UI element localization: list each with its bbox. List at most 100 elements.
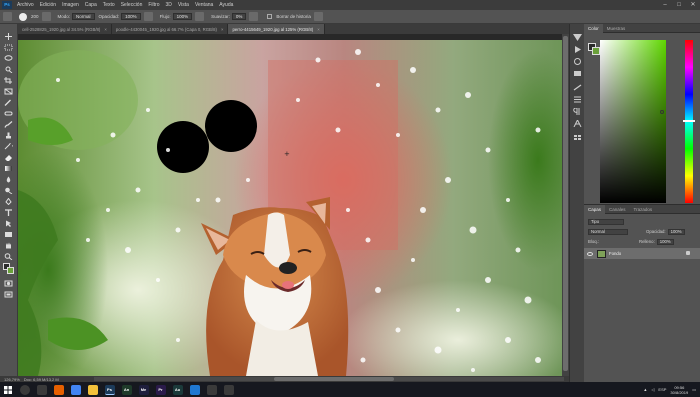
document-canvas[interactable]: +: [18, 40, 562, 376]
eraser-tool-icon[interactable]: [4, 154, 13, 161]
healing-brush-tool-icon[interactable]: [4, 110, 13, 117]
swatches-icon[interactable]: [573, 58, 582, 65]
menu-vista[interactable]: Vista: [175, 2, 192, 8]
vscode-icon[interactable]: [189, 384, 200, 395]
visibility-eye-icon[interactable]: [587, 251, 593, 256]
zoom-level[interactable]: 126,79%: [4, 377, 20, 382]
paragraph-icon[interactable]: [573, 108, 582, 115]
clone-stamp-tool-icon[interactable]: [4, 132, 13, 139]
dodge-tool-icon[interactable]: [4, 187, 13, 194]
gradient-tool-icon[interactable]: [4, 165, 13, 172]
tool-preset-icon[interactable]: [3, 12, 12, 21]
premiere-icon[interactable]: Pr: [155, 384, 166, 395]
menu-imagen[interactable]: Imagen: [59, 2, 82, 8]
tab-color[interactable]: Color: [584, 23, 603, 33]
language-indicator[interactable]: ESP: [658, 387, 666, 392]
smoothing-settings-icon[interactable]: [249, 12, 259, 21]
brush-preview-icon[interactable]: [19, 12, 27, 21]
lasso-tool-icon[interactable]: [4, 55, 13, 62]
color-picker-field[interactable]: [600, 40, 666, 203]
horizontal-scrollbar[interactable]: [94, 377, 564, 381]
layer-thumbnail[interactable]: [597, 249, 606, 258]
menu-texto[interactable]: Texto: [100, 2, 118, 8]
close-icon[interactable]: ✕: [686, 0, 700, 10]
search-icon[interactable]: [19, 384, 30, 395]
scroll-thumb[interactable]: [563, 36, 568, 371]
mode-select[interactable]: Normal: [72, 13, 95, 20]
brushes-icon[interactable]: [573, 70, 582, 77]
marquee-tool-icon[interactable]: [4, 44, 13, 51]
move-tool-icon[interactable]: [4, 33, 13, 40]
hue-slider-handle[interactable]: [683, 120, 695, 122]
properties-icon[interactable]: [573, 96, 582, 103]
opacity-field[interactable]: 100%: [121, 13, 141, 20]
path-selection-tool-icon[interactable]: [4, 220, 13, 227]
media-encoder-icon[interactable]: Me: [138, 384, 149, 395]
adjustments-icon[interactable]: [573, 84, 582, 91]
firefox-icon[interactable]: [53, 384, 64, 395]
tab-perro[interactable]: perro-4415649_1920.jpg al 125% (RGB/8) ×: [228, 24, 325, 34]
history-icon[interactable]: [573, 34, 582, 41]
notifications-icon[interactable]: ▭: [692, 387, 696, 392]
menu-3d[interactable]: 3D: [163, 2, 175, 8]
pressure-size-icon[interactable]: [313, 12, 323, 21]
windows-start-icon[interactable]: [0, 382, 16, 397]
tab-channels[interactable]: Canales: [605, 205, 630, 214]
character-icon[interactable]: [573, 120, 582, 127]
actions-icon[interactable]: [573, 46, 582, 53]
close-tab-icon[interactable]: ×: [104, 27, 107, 32]
volume-icon[interactable]: ◁: [651, 387, 654, 392]
airbrush-icon[interactable]: [195, 12, 205, 21]
menu-archivo[interactable]: Archivo: [14, 2, 37, 8]
network-icon[interactable]: ▲: [643, 387, 647, 392]
animate-icon[interactable]: An: [121, 384, 132, 395]
chrome-icon[interactable]: [70, 384, 81, 395]
type-tool-icon[interactable]: [4, 209, 13, 216]
clock[interactable]: 09:56 30/8/2019: [670, 385, 688, 395]
store-icon[interactable]: [206, 384, 217, 395]
brush-size[interactable]: 200: [31, 14, 39, 19]
tab-swatches[interactable]: Muestras: [603, 24, 630, 33]
menu-ayuda[interactable]: Ayuda: [216, 2, 236, 8]
layer-kind-filter[interactable]: Tipo: [588, 218, 624, 225]
tab-paths[interactable]: Trazados: [630, 205, 657, 214]
menu-seleccion[interactable]: Selección: [118, 2, 146, 8]
quick-mask-icon[interactable]: [4, 280, 13, 287]
eyedropper-tool-icon[interactable]: [4, 99, 13, 106]
photoshop-icon[interactable]: Ps: [104, 384, 115, 395]
frame-tool-icon[interactable]: [4, 88, 13, 95]
zoom-tool-icon[interactable]: [4, 253, 13, 260]
scroll-thumb[interactable]: [274, 377, 394, 381]
rectangle-tool-icon[interactable]: [4, 231, 13, 238]
menu-ventana[interactable]: Ventana: [192, 2, 216, 8]
close-tab-icon[interactable]: ×: [221, 27, 224, 32]
layer-row[interactable]: Fondo: [584, 248, 700, 259]
flow-field[interactable]: 100%: [172, 13, 193, 20]
task-view-icon[interactable]: [36, 384, 47, 395]
tab-layers[interactable]: Capas: [584, 204, 606, 214]
glyphs-icon[interactable]: [573, 134, 582, 141]
quick-selection-tool-icon[interactable]: [4, 66, 13, 73]
background-color-swatch[interactable]: [7, 267, 14, 274]
tab-cell[interactable]: cell-2528825_1920.jpg al 34.5% (RGB/8) ×: [18, 24, 112, 34]
screen-mode-icon[interactable]: [4, 291, 13, 298]
minimize-icon[interactable]: –: [658, 0, 672, 10]
crop-tool-icon[interactable]: [4, 77, 13, 84]
background-color-swatch[interactable]: [592, 47, 600, 55]
brush-panel-icon[interactable]: [41, 12, 51, 21]
blur-tool-icon[interactable]: [4, 176, 13, 183]
maximize-icon[interactable]: □: [672, 0, 686, 10]
vertical-scrollbar[interactable]: [562, 34, 569, 376]
menu-edicion[interactable]: Edición: [37, 2, 59, 8]
close-tab-icon[interactable]: ×: [317, 27, 320, 32]
picker-cursor[interactable]: [660, 110, 664, 114]
history-brush-tool-icon[interactable]: [4, 143, 13, 150]
blend-mode-select[interactable]: Normal: [588, 228, 628, 235]
menu-filtro[interactable]: Filtro: [145, 2, 162, 8]
layer-opacity-field[interactable]: 100%: [667, 228, 685, 235]
fill-field[interactable]: 100%: [656, 238, 674, 245]
tab-poodle[interactable]: poodle-4430045_1920.jpg al 66.7% (Capa 0…: [112, 24, 229, 34]
pressure-opacity-icon[interactable]: [143, 12, 153, 21]
layer-name[interactable]: Fondo: [609, 251, 621, 256]
smoothing-field[interactable]: 0%: [231, 13, 247, 20]
